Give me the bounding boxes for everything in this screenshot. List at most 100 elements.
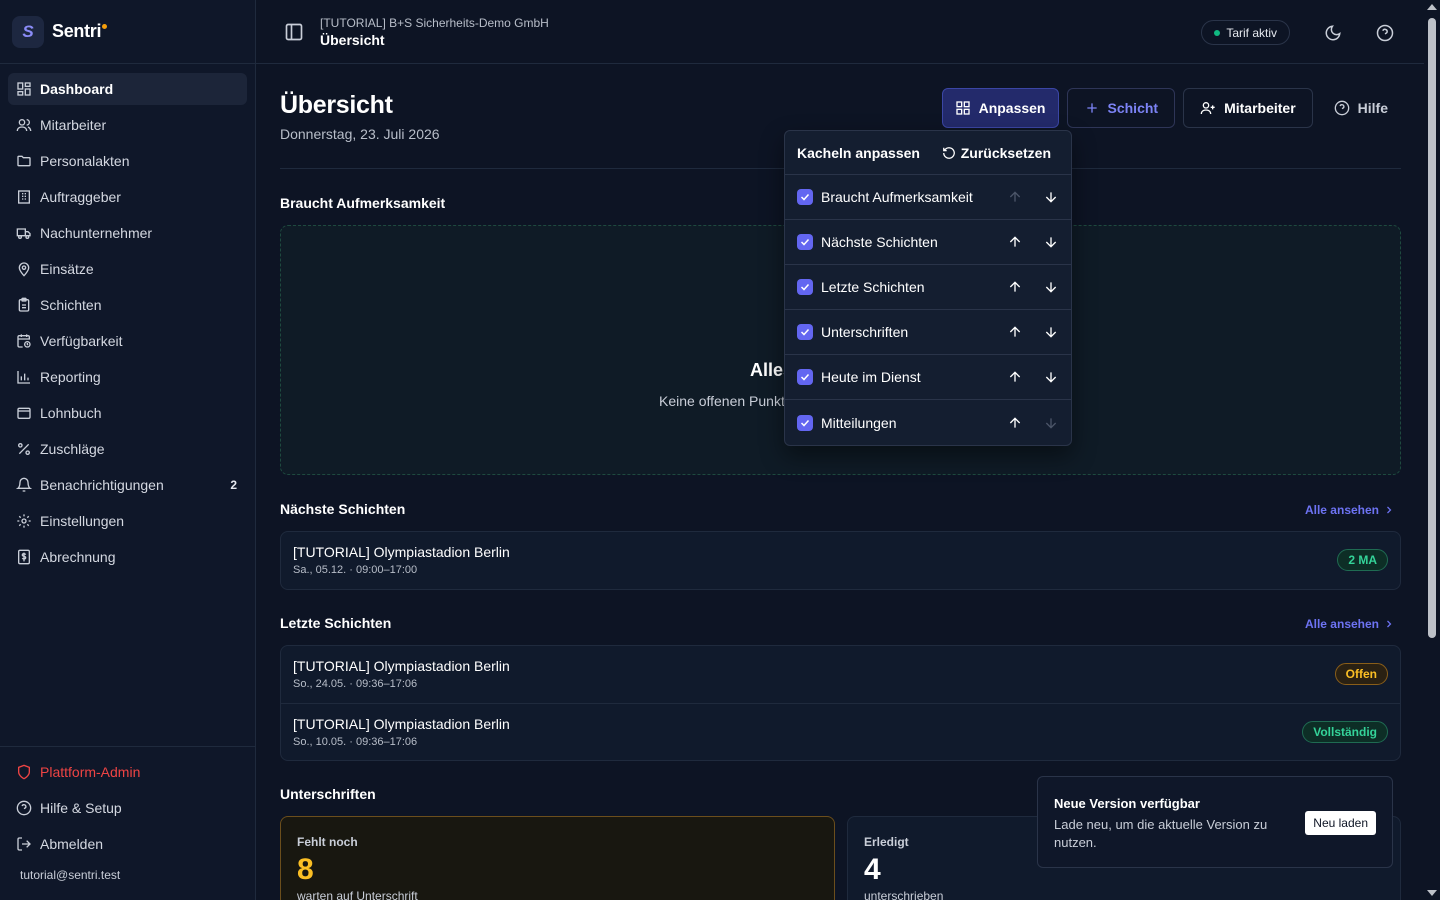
list-item[interactable]: [TUTORIAL] Olympiastadion Berlin So., 10…: [281, 703, 1400, 760]
tile-checkbox[interactable]: [797, 414, 813, 431]
arrow-up-icon[interactable]: [1007, 415, 1023, 431]
sidebar-item-auftraggeber[interactable]: Auftraggeber: [8, 181, 247, 213]
sidebar-item-label: Einsätze: [40, 261, 94, 277]
arrow-up-icon[interactable]: [1007, 279, 1023, 295]
section-title-signatures: Unterschriften: [280, 786, 376, 802]
sidebar-item-abmelden[interactable]: Abmelden: [8, 828, 247, 860]
help-button-label: Hilfe: [1357, 100, 1388, 116]
arrow-up-icon[interactable]: [1007, 369, 1023, 385]
scroll-up-arrow-icon[interactable]: [1427, 4, 1437, 10]
sidebar-item-einstellungen[interactable]: Einstellungen: [8, 505, 247, 537]
moon-icon[interactable]: [1324, 24, 1342, 42]
help-circle-icon: [16, 800, 32, 816]
sidebar-toggle-icon[interactable]: [284, 22, 304, 42]
section-title-attention: Braucht Aufmerksamkeit: [280, 195, 446, 211]
tarif-status-badge[interactable]: Tarif aktiv: [1201, 20, 1290, 45]
arrow-up-icon[interactable]: [1007, 189, 1023, 205]
sidebar-item-label: Verfügbarkeit: [40, 333, 123, 349]
reset-button[interactable]: Zurücksetzen: [942, 145, 1051, 161]
sidebar: S Sentri Dashboard Mitarbeiter Personala…: [0, 0, 256, 900]
sidebar-item-label: Schichten: [40, 297, 102, 313]
sidebar-item-verfuegbarkeit[interactable]: Verfügbarkeit: [8, 325, 247, 357]
arrow-down-icon[interactable]: [1043, 279, 1059, 295]
arrow-down-icon[interactable]: [1043, 369, 1059, 385]
notification-count-badge: 2: [230, 478, 237, 492]
plus-icon: [1086, 103, 1097, 113]
arrow-down-icon[interactable]: [1043, 415, 1059, 431]
list-item[interactable]: [TUTORIAL] Olympiastadion Berlin Sa., 05…: [281, 532, 1400, 589]
dashboard-icon: [16, 81, 32, 97]
arrow-down-icon[interactable]: [1043, 324, 1059, 340]
arrow-up-icon[interactable]: [1007, 324, 1023, 340]
tile-checkbox[interactable]: [797, 234, 813, 250]
customize-button-label: Anpassen: [978, 100, 1046, 116]
sidebar-item-lohnbuch[interactable]: Lohnbuch: [8, 397, 247, 429]
scrollbar[interactable]: [1424, 0, 1440, 900]
arrow-up-icon[interactable]: [1007, 234, 1023, 250]
reload-button[interactable]: Neu laden: [1305, 811, 1376, 835]
sidebar-item-abrechnung[interactable]: Abrechnung: [8, 541, 247, 573]
user-plus-icon: [1200, 102, 1215, 115]
tile-option-row: Unterschriften: [785, 310, 1071, 355]
folder-icon: [16, 153, 32, 169]
tile-option-label: Heute im Dienst: [821, 369, 921, 385]
stat-label: Fehlt noch: [297, 835, 358, 849]
sidebar-item-label: Auftraggeber: [40, 189, 121, 205]
sidebar-item-personalakten[interactable]: Personalakten: [8, 145, 247, 177]
see-all-label: Alle ansehen: [1304, 617, 1379, 631]
shift-title: [TUTORIAL] Olympiastadion Berlin: [293, 658, 510, 674]
help-circle-icon[interactable]: [1376, 24, 1394, 42]
sidebar-nav: Dashboard Mitarbeiter Personalakten Auft…: [0, 64, 255, 586]
tile-checkbox[interactable]: [797, 369, 813, 385]
status-badge: 2 MA: [1337, 549, 1388, 571]
sidebar-item-hilfe-setup[interactable]: Hilfe & Setup: [8, 792, 247, 824]
tile-option-row: Braucht Aufmerksamkeit: [785, 175, 1071, 220]
update-toast: Neue Version verfügbar Lade neu, um die …: [1037, 776, 1393, 868]
list-item[interactable]: [TUTORIAL] Olympiastadion Berlin So., 24…: [281, 646, 1400, 703]
status-dot-icon: [1214, 29, 1221, 36]
add-shift-button[interactable]: Schicht: [1066, 88, 1176, 128]
tile-option-label: Unterschriften: [821, 324, 909, 340]
grid-icon: [955, 101, 970, 115]
sidebar-item-schichten[interactable]: Schichten: [8, 289, 247, 321]
arrow-down-icon[interactable]: [1043, 189, 1059, 205]
arrow-down-icon[interactable]: [1043, 234, 1059, 250]
sidebar-item-label: Plattform-Admin: [40, 764, 141, 780]
tile-option-row: Heute im Dienst: [785, 355, 1071, 400]
sidebar-item-plattform-admin[interactable]: Plattform-Admin: [8, 756, 247, 788]
sidebar-item-label: Zuschläge: [40, 441, 105, 457]
page-date: Donnerstag, 23. Juli 2026: [280, 126, 440, 142]
signatures-missing-card[interactable]: Fehlt noch 8 warten auf Unterschrift: [280, 816, 835, 900]
last-shifts-see-all-link[interactable]: Alle ansehen: [1305, 617, 1395, 631]
logout-icon: [16, 836, 32, 852]
sidebar-item-label: Lohnbuch: [40, 405, 102, 421]
scroll-down-arrow-icon[interactable]: [1427, 890, 1437, 896]
sidebar-item-mitarbeiter[interactable]: Mitarbeiter: [8, 109, 247, 141]
user-email: tutorial@sentri.test: [20, 868, 121, 882]
brand-name: Sentri: [52, 21, 108, 42]
sidebar-item-reporting[interactable]: Reporting: [8, 361, 247, 393]
tile-checkbox[interactable]: [797, 279, 813, 295]
sidebar-item-nachunternehmer[interactable]: Nachunternehmer: [8, 217, 247, 249]
tarif-label: Tarif aktiv: [1226, 25, 1277, 40]
stat-subtitle: unterschrieben: [864, 889, 944, 900]
sidebar-item-zuschlaege[interactable]: Zuschläge: [8, 433, 247, 465]
truck-icon: [16, 225, 32, 241]
shield-icon: [16, 764, 32, 780]
add-employee-button[interactable]: Mitarbeiter: [1183, 88, 1313, 128]
sidebar-item-einsaetze[interactable]: Einsätze: [8, 253, 247, 285]
scroll-thumb[interactable]: [1428, 18, 1436, 638]
customize-button[interactable]: Anpassen: [941, 88, 1059, 128]
sidebar-item-dashboard[interactable]: Dashboard: [8, 73, 247, 105]
tile-checkbox[interactable]: [797, 189, 813, 205]
sidebar-item-benachrichtigungen[interactable]: Benachrichtigungen 2: [8, 469, 247, 501]
help-circle-icon: [1334, 100, 1349, 116]
brand[interactable]: S Sentri: [0, 0, 255, 64]
stat-subtitle: warten auf Unterschrift: [297, 889, 418, 900]
toast-title: Neue Version verfügbar: [1054, 796, 1200, 811]
tile-checkbox[interactable]: [797, 324, 813, 340]
next-shifts-see-all-link[interactable]: Alle ansehen: [1305, 503, 1395, 517]
help-button[interactable]: Hilfe: [1321, 88, 1401, 128]
popover-title: Kacheln anpassen: [797, 144, 920, 161]
toast-text: Lade neu, um die aktuelle Version zu nut…: [1054, 817, 1268, 850]
